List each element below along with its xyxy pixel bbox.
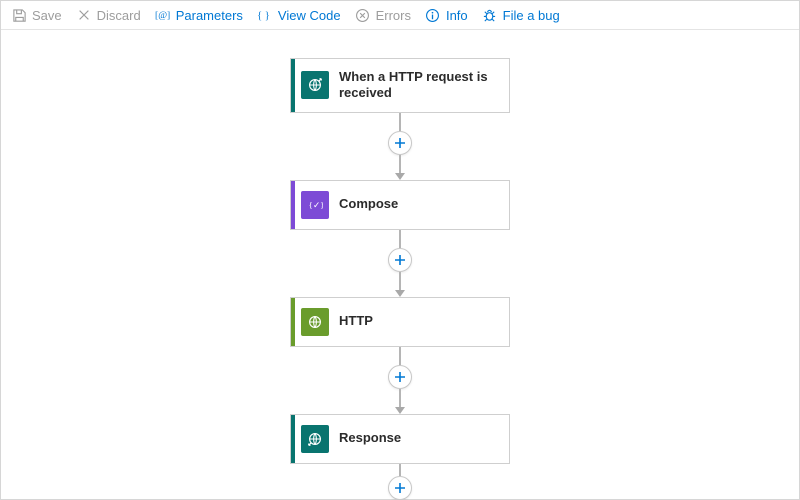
connector-line (399, 155, 401, 173)
arrow-down-icon (395, 173, 405, 180)
parameters-label: Parameters (176, 8, 243, 23)
step-accent (291, 59, 295, 112)
step-label: Response (339, 430, 401, 446)
error-icon (355, 7, 371, 23)
file-bug-label: File a bug (503, 8, 560, 23)
designer-canvas: When a HTTP request is received {✓} Comp… (1, 30, 799, 496)
svg-text:{✓}: {✓} (309, 200, 323, 210)
connector-line (399, 230, 401, 248)
connector-line (399, 272, 401, 290)
errors-button[interactable]: Errors (355, 7, 411, 23)
connector-line (399, 389, 401, 407)
step-label: Compose (339, 196, 398, 212)
step-label: HTTP (339, 313, 373, 329)
discard-button[interactable]: Discard (76, 7, 141, 23)
bug-icon (482, 7, 498, 23)
save-button[interactable]: Save (11, 7, 62, 23)
svg-text:{ }: { } (257, 11, 270, 22)
connector-line (399, 113, 401, 131)
response-icon (301, 425, 329, 453)
info-label: Info (446, 8, 468, 23)
connector (388, 113, 412, 180)
step-label: When a HTTP request is received (339, 69, 497, 102)
arrow-down-icon (395, 407, 405, 414)
info-icon (425, 7, 441, 23)
connector (388, 347, 412, 414)
save-label: Save (32, 8, 62, 23)
info-button[interactable]: Info (425, 7, 468, 23)
step-accent (291, 415, 295, 463)
add-step-button[interactable] (388, 476, 412, 500)
arrow-down-icon (395, 290, 405, 297)
view-code-label: View Code (278, 8, 341, 23)
step-compose[interactable]: {✓} Compose (290, 180, 510, 230)
braces-icon: { } (257, 7, 273, 23)
errors-label: Errors (376, 8, 411, 23)
discard-label: Discard (97, 8, 141, 23)
step-accent (291, 298, 295, 346)
view-code-button[interactable]: { } View Code (257, 7, 341, 23)
step-accent (291, 181, 295, 229)
save-icon (11, 7, 27, 23)
add-step-button[interactable] (388, 131, 412, 155)
toolbar: Save Discard [@] Parameters { } View Cod… (1, 1, 799, 30)
http-request-icon (301, 71, 329, 99)
file-bug-button[interactable]: File a bug (482, 7, 560, 23)
add-step-button[interactable] (388, 365, 412, 389)
http-icon (301, 308, 329, 336)
close-icon (76, 7, 92, 23)
connector-line (399, 347, 401, 365)
step-response[interactable]: Response (290, 414, 510, 464)
parameters-button[interactable]: [@] Parameters (155, 7, 243, 23)
connector (388, 464, 412, 500)
svg-text:[@]: [@] (155, 10, 170, 21)
add-step-button[interactable] (388, 248, 412, 272)
step-trigger-http-request[interactable]: When a HTTP request is received (290, 58, 510, 113)
compose-icon: {✓} (301, 191, 329, 219)
connector (388, 230, 412, 297)
connector-line (399, 464, 401, 476)
step-http[interactable]: HTTP (290, 297, 510, 347)
parameters-icon: [@] (155, 7, 171, 23)
